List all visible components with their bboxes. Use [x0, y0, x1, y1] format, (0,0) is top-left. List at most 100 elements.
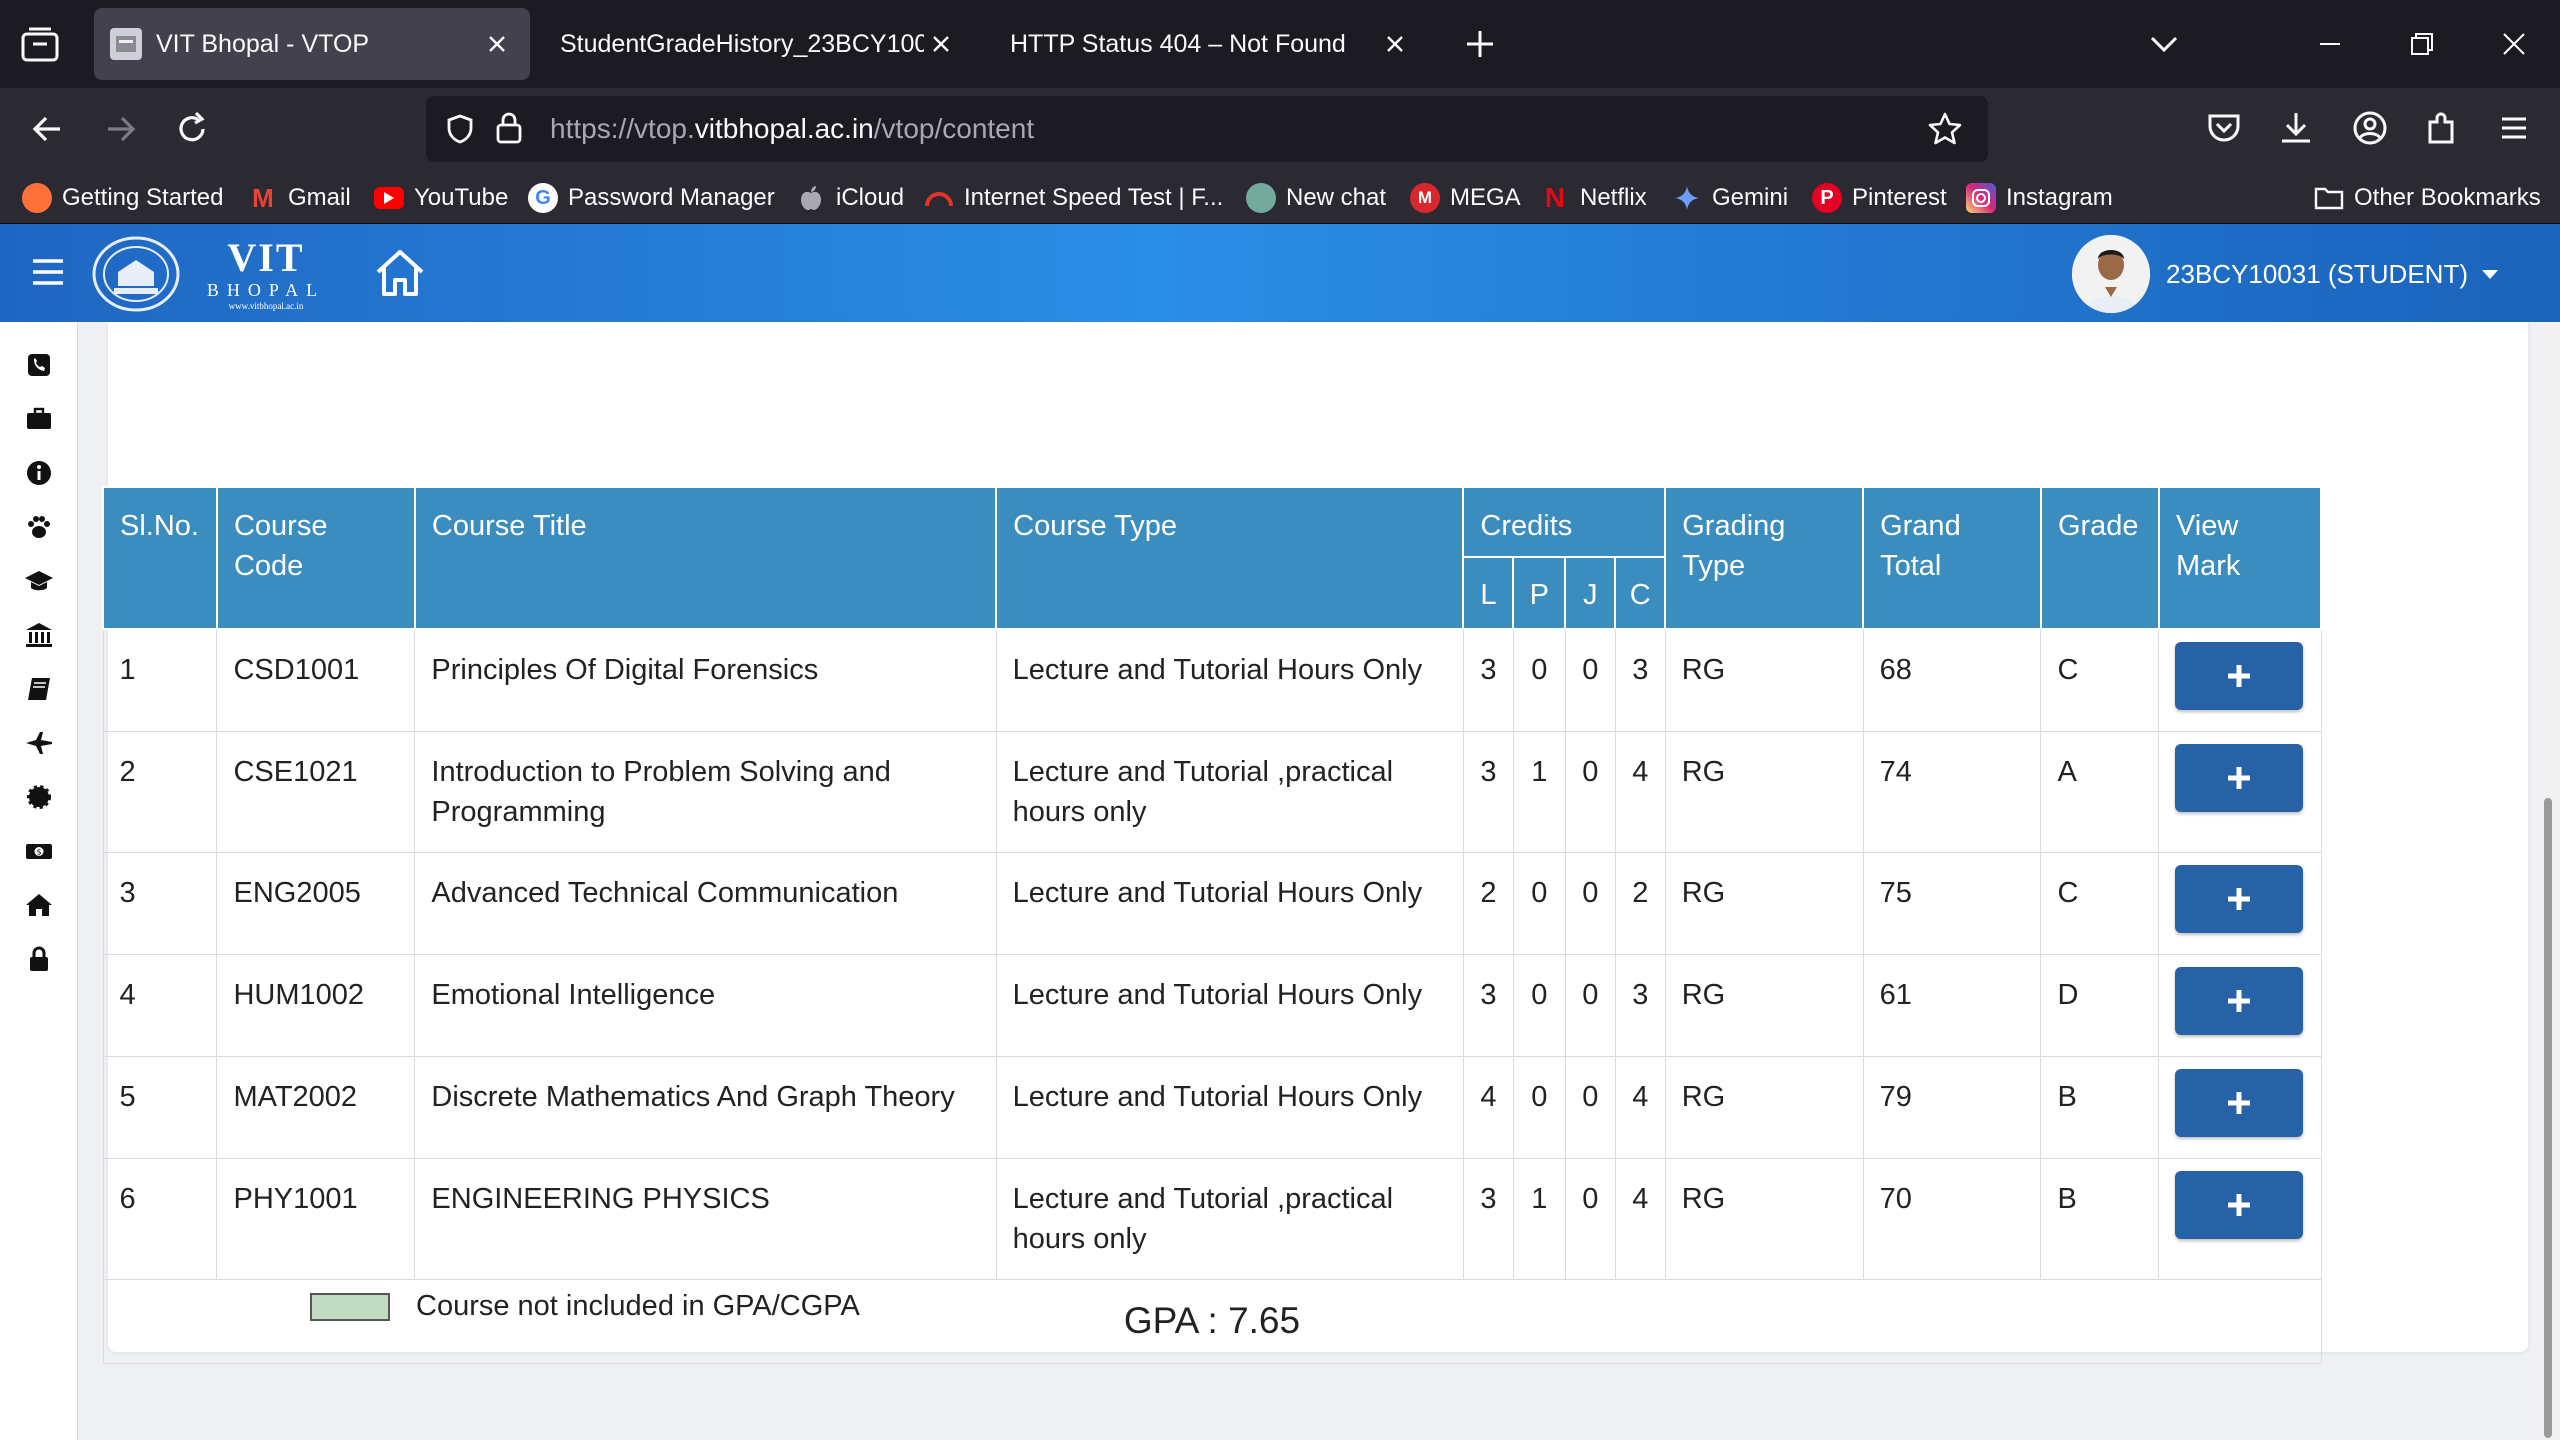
bookmark-label: Gmail — [288, 184, 351, 211]
table-row: 5 MAT2002 Discrete Mathematics And Graph… — [102, 1055, 2322, 1159]
home-icon[interactable] — [372, 246, 428, 300]
cell-course-code: HUM1002 — [216, 953, 416, 1057]
cell-credit-p: 0 — [1512, 851, 1566, 955]
close-tab-icon[interactable] — [480, 27, 514, 61]
header-credits: Credits — [1462, 486, 1667, 558]
bookmark-label: Gemini — [1712, 184, 1789, 211]
cell-slno: 1 — [102, 628, 218, 732]
vit-favicon-icon — [110, 28, 142, 60]
bookmark-youtube[interactable]: YouTube — [374, 180, 508, 216]
account-icon[interactable] — [2350, 108, 2390, 148]
bookmark-pinterest[interactable]: P Pinterest — [1812, 180, 1947, 216]
bookmark-star-icon[interactable] — [1926, 110, 1964, 148]
bookmark-gemini[interactable]: Gemini — [1672, 180, 1788, 216]
reload-icon[interactable] — [172, 109, 212, 149]
page-scrollbar[interactable] — [2538, 322, 2560, 1440]
cell-course-code: PHY1001 — [216, 1157, 416, 1280]
plus-icon — [2228, 1193, 2251, 1216]
cell-credit-l: 3 — [1462, 730, 1514, 853]
bookmark-label: YouTube — [414, 184, 509, 211]
briefcase-icon[interactable] — [24, 404, 54, 434]
folder-icon — [2314, 183, 2344, 213]
url-bar[interactable]: https://vtop.vitbhopal.ac.in/vtop/conten… — [426, 96, 1988, 162]
cell-view-mark — [2158, 953, 2322, 1057]
page-content: VIT BHOPAL www.vitbhopal.ac.in 23BCY1003… — [0, 224, 2560, 1440]
bookmark-gmail[interactable]: M Gmail — [248, 180, 351, 216]
new-tab-icon[interactable] — [1462, 26, 1498, 62]
lock-icon[interactable] — [24, 944, 54, 974]
cell-grand-total: 70 — [1862, 1157, 2042, 1280]
paw-icon[interactable] — [24, 512, 54, 542]
cell-slno: 4 — [102, 953, 218, 1057]
tab-title: HTTP Status 404 – Not Found — [1010, 29, 1346, 58]
url-path: /vtop/content — [873, 113, 1035, 144]
money-icon[interactable]: $ — [24, 836, 54, 866]
plane-icon[interactable] — [24, 728, 54, 758]
bookmark-instagram[interactable]: Instagram — [1966, 180, 2113, 216]
extensions-icon[interactable] — [2422, 108, 2462, 148]
url-prefix: https://vtop. — [550, 113, 695, 144]
cell-grade: A — [2040, 730, 2160, 853]
bookmark-new-chat[interactable]: New chat — [1246, 180, 1386, 216]
view-mark-button[interactable] — [2175, 642, 2304, 710]
close-tab-icon[interactable] — [924, 27, 958, 61]
view-mark-button[interactable] — [2175, 743, 2304, 812]
cell-slno: 6 — [102, 1157, 218, 1280]
cell-credit-p: 0 — [1512, 953, 1566, 1057]
institution-icon[interactable] — [24, 620, 54, 650]
cell-course-title: Principles Of Digital Forensics — [414, 628, 997, 732]
tab-404[interactable]: HTTP Status 404 – Not Found — [992, 8, 1428, 80]
lock-icon[interactable] — [494, 111, 524, 145]
view-mark-button[interactable] — [2175, 864, 2304, 933]
downloads-icon[interactable] — [2276, 108, 2316, 148]
bookmark-label: Getting Started — [62, 184, 224, 211]
info-icon[interactable] — [24, 458, 54, 488]
tab-grade-history[interactable]: StudentGradeHistory_23BCY10031.p — [544, 8, 974, 80]
bookmark-icloud[interactable]: iCloud — [796, 180, 904, 216]
view-mark-button[interactable] — [2175, 966, 2304, 1035]
graduation-cap-icon[interactable] — [24, 566, 54, 596]
view-mark-button[interactable] — [2175, 1068, 2304, 1137]
app-menu-icon[interactable] — [2494, 108, 2534, 148]
minimize-icon[interactable] — [2312, 26, 2348, 62]
header-course-type: Course Type — [995, 486, 1465, 630]
cell-credit-l: 4 — [1462, 1055, 1514, 1159]
bookmark-getting-started[interactable]: Getting Started — [22, 180, 223, 216]
other-bookmarks[interactable]: Other Bookmarks — [2314, 180, 2541, 216]
bookmark-label: Instagram — [2006, 184, 2113, 211]
gear-icon[interactable] — [24, 782, 54, 812]
user-menu[interactable]: 23BCY10031 (STUDENT) — [2072, 235, 2498, 313]
bookmark-password-manager[interactable]: G Password Manager — [528, 180, 775, 216]
tracking-protection-shield-icon[interactable] — [444, 113, 476, 145]
bookmark-netflix[interactable]: N Netflix — [1540, 180, 1647, 216]
legend-swatch — [310, 1292, 390, 1321]
bookmarks-toolbar: Getting Started M Gmail YouTube G Passwo… — [0, 170, 2560, 224]
book-icon[interactable] — [24, 674, 54, 704]
cell-course-type: Lecture and Tutorial Hours Only — [995, 628, 1464, 732]
back-icon[interactable] — [28, 109, 68, 149]
forward-icon[interactable] — [100, 109, 140, 149]
tab-overview-icon[interactable] — [20, 26, 62, 62]
cell-view-mark — [2158, 851, 2322, 955]
restore-icon[interactable] — [2404, 26, 2440, 62]
bookmark-mega[interactable]: M MEGA — [1410, 180, 1521, 216]
tab-vtop[interactable]: VIT Bhopal - VTOP — [94, 8, 530, 80]
phone-icon[interactable] — [24, 350, 54, 380]
header-credit-j: J — [1564, 556, 1617, 630]
google-icon: G — [528, 183, 558, 213]
cell-credit-l: 3 — [1462, 953, 1514, 1057]
bookmark-speed-test[interactable]: Internet Speed Test | F... — [924, 180, 1223, 216]
cell-grade: C — [2040, 628, 2160, 732]
url-text[interactable]: https://vtop.vitbhopal.ac.in/vtop/conten… — [550, 113, 1034, 145]
list-all-tabs-icon[interactable] — [2146, 28, 2182, 60]
house-icon[interactable] — [24, 890, 54, 920]
scrollbar-thumb[interactable] — [2544, 798, 2552, 1438]
cell-slno: 2 — [102, 730, 218, 853]
close-window-icon[interactable] — [2496, 26, 2532, 62]
pocket-icon[interactable] — [2204, 108, 2244, 148]
menu-toggle-icon[interactable] — [30, 254, 66, 290]
view-mark-button[interactable] — [2175, 1170, 2304, 1239]
close-tab-icon[interactable] — [1378, 27, 1412, 61]
apple-icon — [796, 183, 826, 213]
vit-bhopal-logo[interactable]: VIT BHOPAL www.vitbhopal.ac.in — [92, 234, 332, 314]
